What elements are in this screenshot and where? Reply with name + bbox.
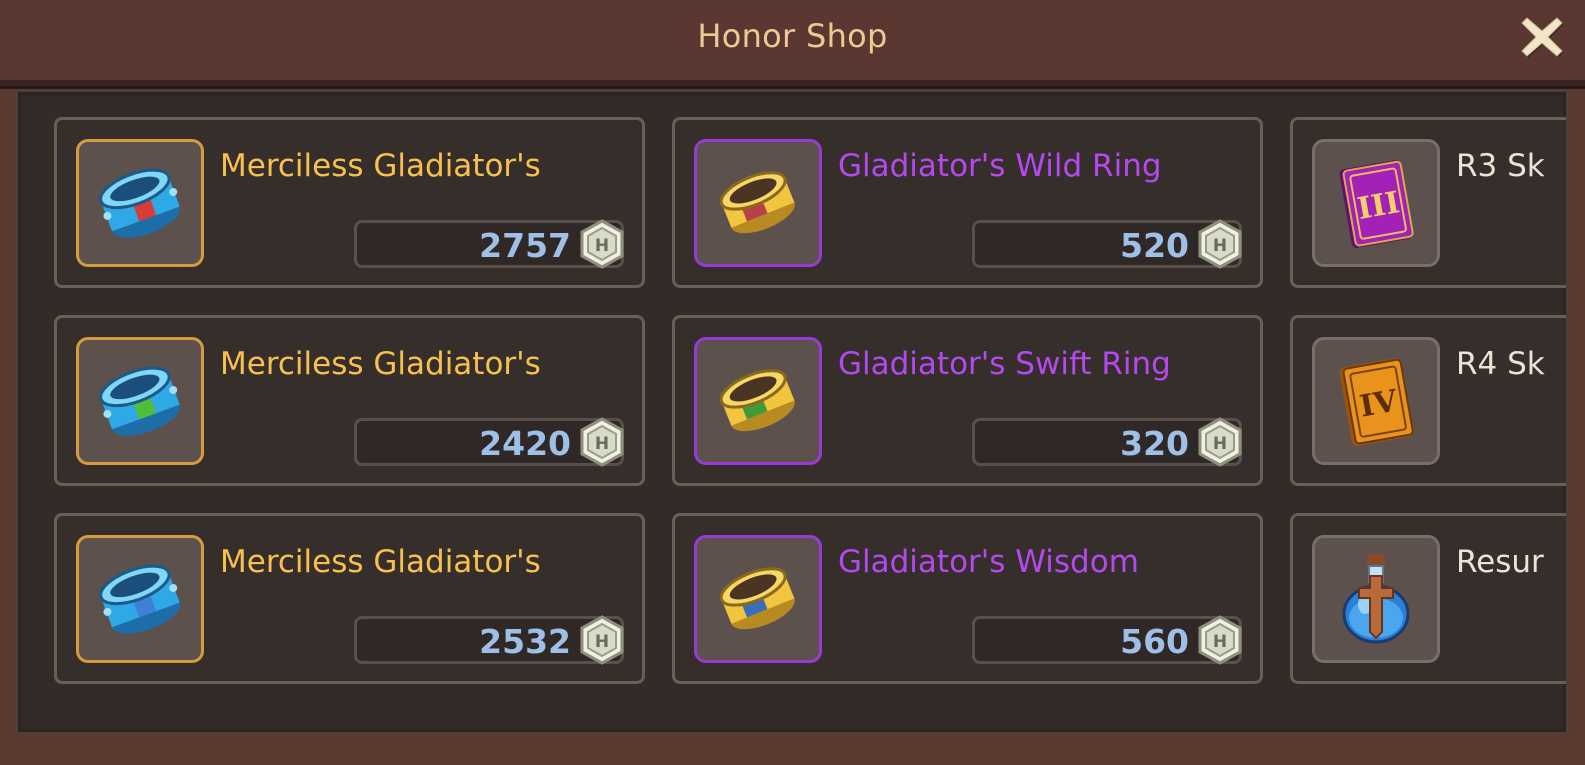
svg-text:H: H [1213, 632, 1227, 652]
close-icon [1521, 17, 1564, 58]
item-price: 320 [1120, 424, 1189, 463]
skill-book-iii-icon: III [1339, 160, 1414, 248]
svg-text:H: H [595, 434, 609, 454]
shop-item-card[interactable]: Merciless Gladiator's 2420 H [54, 315, 645, 486]
price-tag[interactable]: 560 H [972, 615, 1242, 665]
svg-text:H: H [595, 632, 609, 652]
price-tag[interactable]: 2757 H [354, 219, 624, 269]
shop-item-card[interactable]: Gladiator's Wild Ring 520 H [672, 117, 1263, 288]
honor-coin-icon: H [1198, 615, 1242, 665]
item-name: Gladiator's Wisdom [838, 544, 1139, 580]
gold-ring-green-band-icon [719, 369, 795, 432]
svg-text:IV: IV [1357, 384, 1401, 425]
item-icon-frame [694, 535, 822, 663]
item-name: Gladiator's Wild Ring [838, 148, 1162, 184]
item-price: 2420 [479, 424, 571, 463]
skill-book-iv-icon: IV [1339, 358, 1414, 446]
item-name: R4 Sk [1456, 346, 1545, 382]
shop-item-card[interactable]: IV R4 Sk [1290, 315, 1566, 486]
item-icon-frame [76, 139, 204, 267]
close-button[interactable] [1519, 14, 1565, 60]
honor-coin-icon: H [580, 417, 624, 467]
shop-item-card[interactable]: Gladiator's Wisdom 560 H [672, 513, 1263, 684]
item-icon-frame: IV [1312, 337, 1440, 465]
honor-coin-icon: H [1198, 417, 1242, 467]
item-name: Merciless Gladiator's [220, 346, 541, 382]
resurrection-potion-icon [1342, 554, 1410, 644]
item-icon-frame [76, 535, 204, 663]
item-name: Merciless Gladiator's [220, 544, 541, 580]
shop-item-card[interactable]: Gladiator's Swift Ring 320 H [672, 315, 1263, 486]
item-icon-frame [76, 337, 204, 465]
shop-item-card[interactable]: Resur [1290, 513, 1566, 684]
item-icon-frame [694, 337, 822, 465]
shop-header: Honor Shop [0, 0, 1585, 86]
item-name: Merciless Gladiator's [220, 148, 541, 184]
item-icon-frame: III [1312, 139, 1440, 267]
shop-item-card[interactable]: Merciless Gladiator's 2532 H [54, 513, 645, 684]
item-icon-frame [1312, 535, 1440, 663]
svg-text:H: H [595, 236, 609, 256]
svg-text:H: H [1213, 434, 1227, 454]
shop-item-card[interactable]: III R3 Sk [1290, 117, 1566, 288]
shop-title: Honor Shop [697, 17, 888, 55]
item-name: R3 Sk [1456, 148, 1545, 184]
svg-text:H: H [1213, 236, 1227, 256]
item-name: Resur [1456, 544, 1544, 580]
price-tag[interactable]: 320 H [972, 417, 1242, 467]
shop-item-card[interactable]: Merciless Gladiator's 2757 H [54, 117, 645, 288]
item-price: 520 [1120, 226, 1189, 265]
price-tag[interactable]: 520 H [972, 219, 1242, 269]
shop-item-panel[interactable]: Merciless Gladiator's 2757 H Gladiator's… [16, 90, 1568, 734]
honor-coin-icon: H [580, 219, 624, 269]
gold-ring-red-band-icon [719, 171, 795, 234]
item-price: 2532 [479, 622, 571, 661]
blue-bracelet-green-band-icon [99, 366, 181, 436]
item-name: Gladiator's Swift Ring [838, 346, 1171, 382]
blue-bracelet-blue-band-icon [99, 564, 181, 634]
blue-bracelet-red-band-icon [99, 168, 181, 238]
item-price: 560 [1120, 622, 1189, 661]
item-price: 2757 [479, 226, 571, 265]
svg-text:III: III [1355, 185, 1403, 227]
item-icon-frame [694, 139, 822, 267]
honor-coin-icon: H [1198, 219, 1242, 269]
price-tag[interactable]: 2532 H [354, 615, 624, 665]
honor-coin-icon: H [580, 615, 624, 665]
price-tag[interactable]: 2420 H [354, 417, 624, 467]
gold-ring-blue-band-icon [719, 567, 795, 630]
